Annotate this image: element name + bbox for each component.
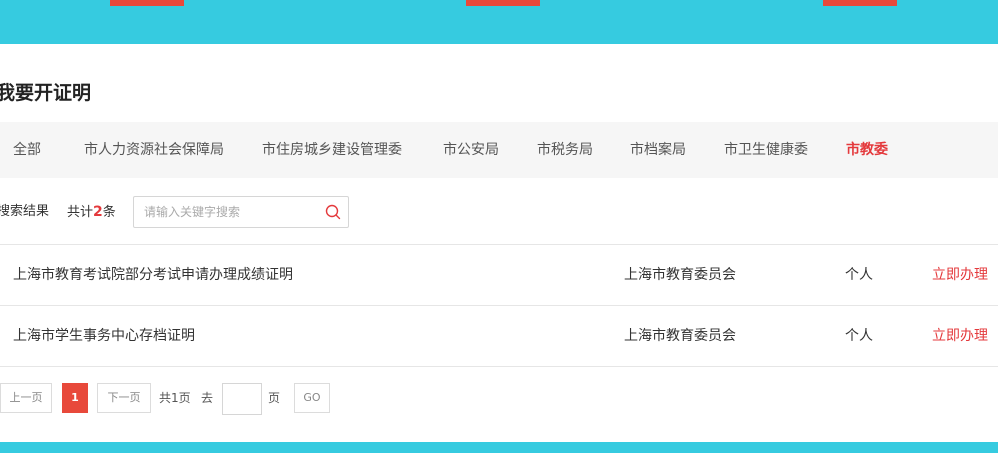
prev-page-button[interactable]: 上一页 — [0, 383, 52, 413]
list-item: 上海市学生事务中心存档证明 上海市教育委员会 个人 立即办理 — [0, 305, 998, 367]
apply-now-link[interactable]: 立即办理 — [932, 245, 988, 305]
top-banner — [0, 0, 998, 44]
count-prefix: 共计 — [67, 205, 94, 220]
bottom-banner — [0, 442, 998, 453]
count-suffix: 条 — [102, 205, 116, 220]
item-target: 个人 — [845, 267, 873, 283]
tab-all[interactable]: 全部 — [13, 122, 41, 178]
banner-button-stub[interactable] — [110, 0, 184, 6]
item-department: 上海市教育委员会 — [624, 328, 736, 344]
next-page-button[interactable]: 下一页 — [97, 383, 151, 413]
pagination: 上一页 1 下一页 共1页 去 页 GO — [0, 383, 998, 415]
banner-button-stub[interactable] — [823, 0, 897, 6]
tab-hr-social-security[interactable]: 市人力资源社会保障局 — [84, 122, 224, 178]
page-number-input[interactable] — [222, 383, 262, 415]
list-item: 上海市教育考试院部分考试申请办理成绩证明 上海市教育委员会 个人 立即办理 — [0, 244, 998, 305]
page-number-current[interactable]: 1 — [62, 383, 88, 413]
tab-public-security[interactable]: 市公安局 — [443, 122, 499, 178]
go-button[interactable]: GO — [294, 383, 330, 413]
search-row: 搜索结果 共计2条 — [0, 196, 998, 228]
search-box — [133, 196, 349, 228]
tab-archives[interactable]: 市档案局 — [630, 122, 686, 178]
search-icon[interactable] — [324, 203, 342, 221]
total-pages: 共1页 — [159, 391, 191, 405]
section-title: 我要开证明 — [0, 82, 92, 104]
tab-education[interactable]: 市教委 — [846, 122, 888, 178]
page-unit-label: 页 — [268, 391, 281, 405]
item-name: 上海市教育考试院部分考试申请办理成绩证明 — [13, 267, 293, 283]
tab-taxation[interactable]: 市税务局 — [537, 122, 593, 178]
results-list: 上海市教育考试院部分考试申请办理成绩证明 上海市教育委员会 个人 立即办理 上海… — [0, 244, 998, 367]
result-label: 搜索结果 — [0, 204, 50, 219]
result-count: 共计2条 — [67, 196, 116, 229]
item-target: 个人 — [845, 328, 873, 344]
apply-now-link[interactable]: 立即办理 — [932, 306, 988, 366]
item-department: 上海市教育委员会 — [624, 267, 736, 283]
tab-health[interactable]: 市卫生健康委 — [724, 122, 808, 178]
count-number: 2 — [93, 204, 103, 220]
tab-housing-construction[interactable]: 市住房城乡建设管理委 — [262, 122, 402, 178]
item-name: 上海市学生事务中心存档证明 — [13, 328, 195, 344]
department-tabs: 全部 市人力资源社会保障局 市住房城乡建设管理委 市公安局 市税务局 市档案局 … — [0, 122, 998, 178]
search-input[interactable] — [144, 197, 314, 227]
banner-button-stub[interactable] — [466, 0, 540, 6]
goto-label: 去 — [201, 391, 214, 405]
